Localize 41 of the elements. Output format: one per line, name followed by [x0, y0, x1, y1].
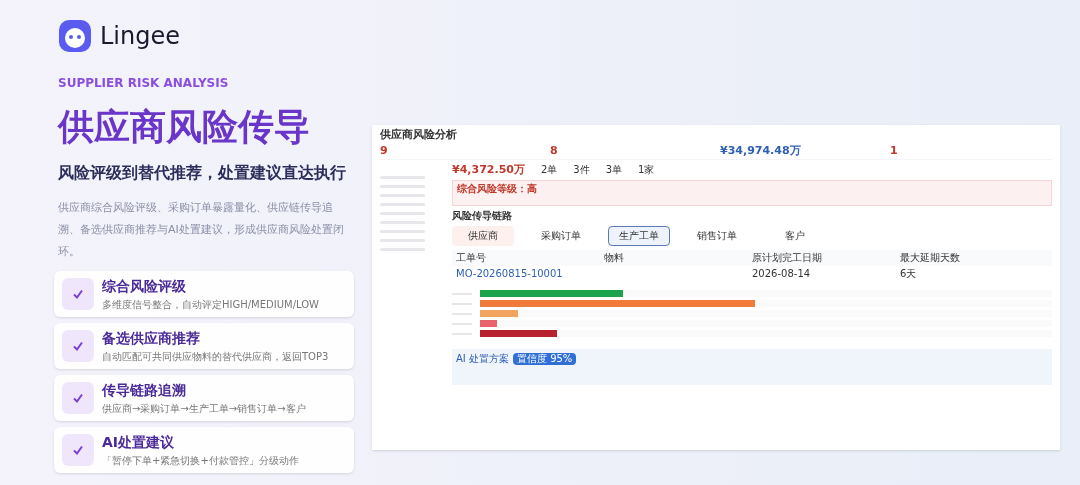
- section-title: 风险传导链路: [452, 210, 513, 222]
- check-icon: [72, 288, 84, 300]
- brand-name: Lingee: [100, 21, 180, 52]
- check-icon: [72, 340, 84, 352]
- column-header: 工单号: [456, 252, 487, 264]
- feature-title: 综合风险评级: [102, 277, 187, 296]
- count-value: 3件: [573, 164, 590, 176]
- check-icon: [72, 392, 84, 404]
- count-value: 1家: [638, 164, 655, 176]
- feature-description: 「暂停下单+紧急切换+付款管控」分级动作: [102, 454, 299, 468]
- feature-title: AI处置建议: [102, 433, 176, 452]
- chain-step[interactable]: 生产工单: [608, 226, 670, 246]
- ai-panel-title: AI 处置方案: [456, 353, 509, 365]
- count-value: 3单: [605, 164, 623, 176]
- exposure-amount: ¥4,372.50万: [452, 164, 525, 176]
- column-header: 原计划完工日期: [752, 252, 823, 264]
- stat-value: 8: [550, 145, 559, 157]
- hero-subtitle: 风险评级到替代推荐，处置建议直达执行: [58, 162, 347, 184]
- column-header: 物料: [604, 252, 625, 264]
- chain-step[interactable]: 供应商: [452, 226, 514, 246]
- feature-description: 自动匹配可共同供应物料的替代供应商，返回TOP3: [102, 350, 329, 364]
- feature-description: 多维度信号整合，自动评定HIGH/MEDIUM/LOW: [102, 298, 319, 312]
- confidence-badge: 置信度 95%: [512, 353, 577, 365]
- column-header: 最大延期天数: [900, 252, 961, 264]
- feature-title: 传导链路追溯: [102, 381, 187, 400]
- risk-level-title: 综合风险等级：高: [457, 183, 537, 194]
- stat-value: 9: [380, 145, 389, 157]
- stat-value: ¥34,974.48万: [720, 145, 802, 157]
- stat-value: 1: [890, 145, 899, 157]
- feature-title: 备选供应商推荐: [102, 329, 201, 348]
- screen-title: 供应商风险分析: [380, 129, 458, 141]
- eyebrow-text: SUPPLIER RISK ANALYSIS: [58, 75, 230, 92]
- table-cell-text: 2026-08-14: [752, 268, 812, 280]
- check-icon: [72, 444, 84, 456]
- table-cell-text: 6天: [900, 268, 918, 280]
- hero-title: 供应商风险传导: [58, 105, 311, 149]
- hero-description: 供应商综合风险评级、采购订单暴露量化、供应链传导追溯、备选供应商推荐与AI处置建议，形成供应商风险处置闭环。: [58, 200, 345, 260]
- logo-icon: [58, 19, 92, 53]
- count-value: 2单: [540, 164, 558, 176]
- feature-description: 供应商→采购订单→生产工单→销售订单→客户: [102, 402, 306, 416]
- table-cell-text: MO-20260815-10001: [456, 268, 564, 280]
